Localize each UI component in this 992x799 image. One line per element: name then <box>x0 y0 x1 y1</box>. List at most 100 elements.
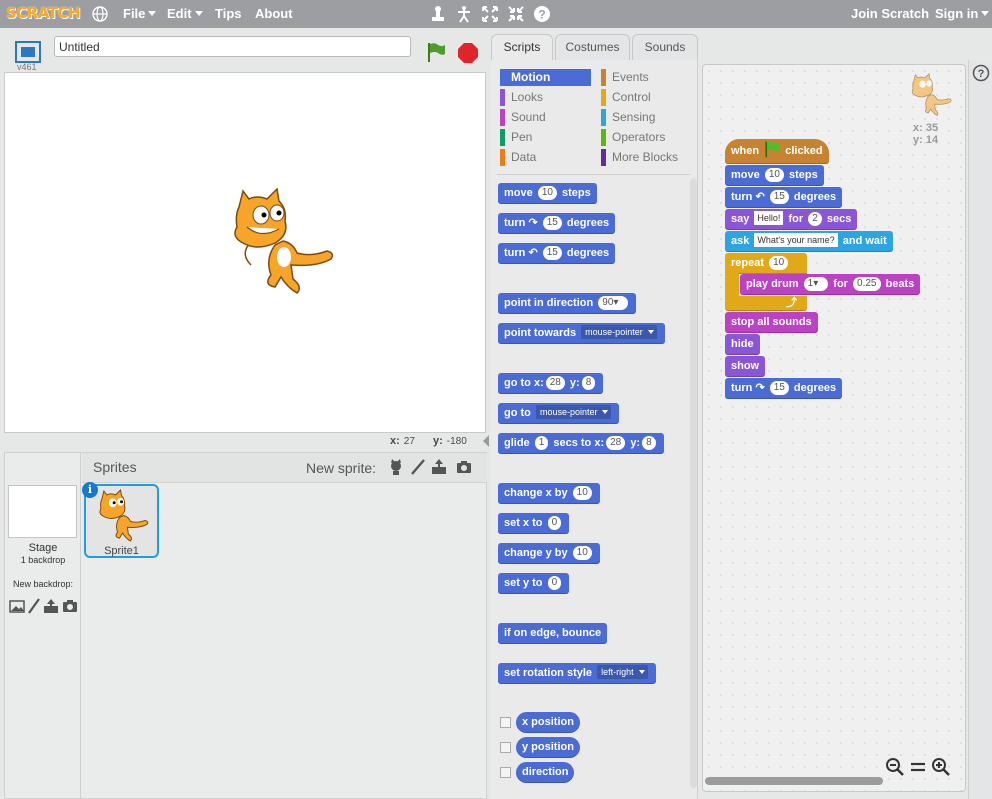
category-data[interactable]: Data <box>500 149 590 166</box>
block-change-x[interactable]: change x by 10 <box>498 483 600 504</box>
zoom-out-icon[interactable] <box>885 757 905 777</box>
block-when-flag-clicked[interactable]: when clicked <box>725 139 829 164</box>
collapse-stage-arrow-icon[interactable] <box>483 435 489 447</box>
tips-link[interactable]: Tips <box>215 0 242 28</box>
camera-backdrop-icon[interactable] <box>61 597 79 615</box>
block-change-y-input[interactable]: 10 <box>572 546 592 560</box>
block-move-input[interactable]: 10 <box>537 186 557 200</box>
upload-backdrop-icon[interactable] <box>42 597 60 615</box>
script-say-for-secs[interactable]: say Hello! for 2 secs <box>725 209 858 230</box>
script-beats-input[interactable]: 0.25 <box>853 277 881 291</box>
zoom-reset-icon[interactable] <box>908 757 928 777</box>
script-repeat-input[interactable]: 10 <box>769 256 789 270</box>
checkbox-direction[interactable] <box>500 767 511 778</box>
file-menu[interactable]: File <box>123 0 157 28</box>
script-ask-and-wait[interactable]: ask What's your name? and wait <box>725 231 893 252</box>
scratch-logo[interactable]: SCRATCH <box>6 4 81 22</box>
fullscreen-icon[interactable] <box>14 40 42 64</box>
category-sensing[interactable]: Sensing <box>601 109 691 126</box>
block-turn-right-input[interactable]: 15 <box>542 216 562 230</box>
paint-sprite-icon[interactable] <box>409 458 427 476</box>
category-control[interactable]: Control <box>601 89 691 106</box>
script-hide[interactable]: hide <box>725 334 760 355</box>
scratch-cat-sprite[interactable] <box>227 187 337 297</box>
help-icon[interactable]: ? <box>532 4 552 24</box>
project-title-input[interactable] <box>54 36 411 57</box>
script-drum-input[interactable]: 1▾ <box>803 277 829 291</box>
block-glide[interactable]: glide 1 secs to x: 28 y: 8 <box>498 433 664 454</box>
script-say-secs-input[interactable]: 2 <box>808 212 822 226</box>
block-set-y-input[interactable]: 0 <box>547 576 562 590</box>
block-go-to-target[interactable]: go to mouse-pointer <box>498 403 620 424</box>
block-glide-x-input[interactable]: 28 <box>606 436 626 450</box>
zoom-in-icon[interactable] <box>931 757 951 777</box>
stage-thumbnail[interactable] <box>8 485 77 538</box>
script-move-steps[interactable]: move 10 steps <box>725 165 824 186</box>
shrink-icon[interactable] <box>506 4 526 24</box>
script-repeat-header[interactable]: repeat 10 <box>725 253 807 274</box>
category-more-blocks[interactable]: More Blocks <box>601 149 691 166</box>
backdrop-library-icon[interactable] <box>8 597 26 615</box>
block-bounce[interactable]: if on edge, bounce <box>498 623 608 644</box>
upload-sprite-icon[interactable] <box>430 458 448 476</box>
script-move-input[interactable]: 10 <box>764 168 784 182</box>
block-set-x[interactable]: set x to 0 <box>498 513 570 534</box>
sign-in-menu[interactable]: Sign in <box>935 0 990 28</box>
camera-sprite-icon[interactable] <box>455 458 473 476</box>
horizontal-scrollbar[interactable] <box>705 777 883 785</box>
sprite-library-icon[interactable] <box>387 458 405 476</box>
category-events[interactable]: Events <box>601 69 691 86</box>
block-set-x-input[interactable]: 0 <box>547 516 562 530</box>
reporter-y-position[interactable]: y position <box>516 737 580 758</box>
language-globe-icon[interactable] <box>90 4 110 24</box>
block-rot-style-dropdown[interactable]: left-right <box>597 665 648 679</box>
block-change-x-input[interactable]: 10 <box>572 486 592 500</box>
reporter-x-position[interactable]: x position <box>516 712 580 733</box>
reporter-direction[interactable]: direction <box>516 762 575 783</box>
stop-sign-icon[interactable] <box>457 42 479 64</box>
category-looks[interactable]: Looks <box>500 89 590 106</box>
sprite-tile-sprite1[interactable]: i Sprite1 <box>82 482 159 558</box>
block-change-y[interactable]: change y by 10 <box>498 543 600 564</box>
script-say-input[interactable]: Hello! <box>754 211 784 225</box>
block-goto-dropdown[interactable]: mouse-pointer <box>535 405 612 419</box>
scripts-area[interactable]: x: 35 y: 14 when clicked move 10 steps t… <box>702 64 966 792</box>
block-turn-right[interactable]: turn ↷ 15 degrees <box>498 213 616 234</box>
about-link[interactable]: About <box>255 0 293 28</box>
stage-canvas[interactable] <box>4 72 486 433</box>
tab-sounds[interactable]: Sounds <box>632 34 698 60</box>
script-stop-all-sounds[interactable]: stop all sounds <box>725 312 818 333</box>
tab-scripts[interactable]: Scripts <box>491 34 553 61</box>
block-set-y[interactable]: set y to 0 <box>498 573 570 594</box>
script-turn-input[interactable]: 15 <box>769 190 789 204</box>
duplicate-stamp-icon[interactable] <box>428 4 448 24</box>
block-glide-secs-input[interactable]: 1 <box>534 436 549 450</box>
paint-backdrop-icon[interactable] <box>25 597 43 615</box>
script-turn-right[interactable]: turn ↷ 15 degrees <box>725 378 843 399</box>
block-goto-x-input[interactable]: 28 <box>545 376 565 390</box>
category-motion[interactable]: Motion <box>500 69 591 86</box>
join-scratch-link[interactable]: Join Scratch <box>851 0 929 28</box>
grow-icon[interactable] <box>480 4 500 24</box>
script-show[interactable]: show <box>725 356 766 377</box>
block-point-towards-dropdown[interactable]: mouse-pointer <box>581 325 657 339</box>
block-point-dir-input[interactable]: 90▾ <box>598 296 629 310</box>
block-move-steps[interactable]: move 10 steps <box>498 183 597 204</box>
green-flag-icon[interactable] <box>425 41 447 63</box>
block-turn-left-input[interactable]: 15 <box>542 246 562 260</box>
block-rotation-style[interactable]: set rotation style left-right <box>498 663 656 684</box>
block-glide-y-input[interactable]: 8 <box>642 436 656 450</box>
palette-scrollbar[interactable] <box>690 178 697 788</box>
checkbox-y-position[interactable] <box>500 742 511 753</box>
script-play-drum[interactable]: play drum 1▾ for 0.25 beats <box>740 274 921 295</box>
checkbox-x-position[interactable] <box>500 717 511 728</box>
block-goto-y-input[interactable]: 8 <box>581 376 596 390</box>
block-point-towards[interactable]: point towards mouse-pointer <box>498 323 665 344</box>
cut-icon[interactable] <box>454 4 474 24</box>
block-turn-left[interactable]: turn ↶ 15 degrees <box>498 243 616 264</box>
category-pen[interactable]: Pen <box>500 129 590 146</box>
category-sound[interactable]: Sound <box>500 109 590 126</box>
script-turn2-input[interactable]: 15 <box>769 381 789 395</box>
category-operators[interactable]: Operators <box>601 129 691 146</box>
script-turn-left[interactable]: turn ↶ 15 degrees <box>725 187 843 208</box>
